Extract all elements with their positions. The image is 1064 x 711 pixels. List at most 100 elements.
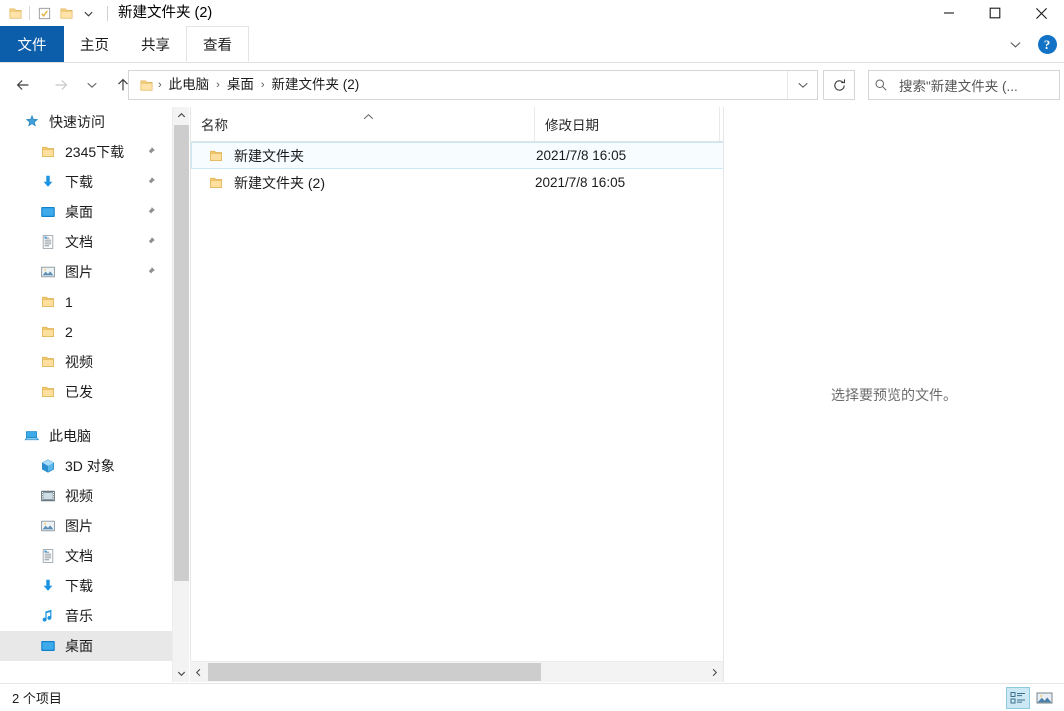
sidebar-item-label: 音乐 <box>65 608 93 624</box>
sidebar-item-pictures[interactable]: 图片 <box>0 257 172 287</box>
sidebar-item-documents-pc[interactable]: 文档 <box>0 541 172 571</box>
title-divider <box>107 5 108 21</box>
folder-icon[interactable] <box>4 2 26 24</box>
pin-icon[interactable] <box>145 234 156 250</box>
sidebar-group-quick-access[interactable]: 快速访问 <box>0 107 172 137</box>
large-icons-view-button[interactable] <box>1032 687 1056 709</box>
documents-icon <box>38 546 58 566</box>
pin-icon[interactable] <box>145 264 156 280</box>
column-header-row: 名称 修改日期 <box>191 107 734 142</box>
sidebar-scroll-thumb[interactable] <box>174 125 189 581</box>
scroll-right-arrow-icon[interactable] <box>706 662 723 682</box>
tab-view[interactable]: 查看 <box>186 26 249 62</box>
file-list-pane[interactable]: 名称 修改日期 新建文件夹 2021/7/8 16:05 新建文件夹 (2) 2… <box>190 107 734 682</box>
sidebar-item-2345-downloads[interactable]: 2345下载 <box>0 137 172 167</box>
quick-access-star-icon <box>22 112 42 132</box>
recent-locations-button[interactable] <box>80 70 104 100</box>
downloads-arrow-icon <box>38 576 58 596</box>
videos-icon <box>38 486 58 506</box>
tab-share[interactable]: 共享 <box>125 26 186 62</box>
column-header-label: 修改日期 <box>545 118 599 133</box>
documents-icon <box>38 232 58 252</box>
sidebar-item-desktop[interactable]: 桌面 <box>0 197 172 227</box>
sidebar-item-downloads[interactable]: 下载 <box>0 167 172 197</box>
sidebar-item-documents[interactable]: 文档 <box>0 227 172 257</box>
customize-quick-access-dropdown-icon[interactable] <box>77 2 99 24</box>
folder-icon <box>38 382 58 402</box>
table-row[interactable]: 新建文件夹 (2) 2021/7/8 16:05 <box>191 169 724 196</box>
scroll-down-arrow-icon[interactable] <box>173 665 190 682</box>
chevron-down-icon[interactable] <box>1002 31 1028 57</box>
sidebar-group-label: 快速访问 <box>49 114 105 130</box>
sidebar-item-label: 视频 <box>65 488 93 504</box>
back-button[interactable] <box>8 70 38 100</box>
sidebar-item-videos-qa[interactable]: 视频 <box>0 347 172 377</box>
sidebar-item-label: 3D 对象 <box>65 458 115 474</box>
search-input[interactable]: 搜索"新建文件夹 (... <box>868 70 1060 100</box>
pin-icon[interactable] <box>145 204 156 220</box>
refresh-button[interactable] <box>823 70 855 100</box>
sidebar-item-label: 2345下载 <box>65 144 125 160</box>
sidebar-item-label: 2 <box>65 324 73 340</box>
breadcrumb-desktop[interactable]: 桌面 <box>221 71 260 99</box>
view-mode-buttons <box>1006 687 1056 709</box>
help-button[interactable]: ? <box>1034 31 1060 57</box>
sidebar-item-folder-1[interactable]: 1 <box>0 287 172 317</box>
desktop-icon <box>38 636 58 656</box>
navigation-pane[interactable]: 快速访问 2345下载 下载 桌面 文档 图片 1 2 视频 已发 此电脑 3D… <box>0 107 172 682</box>
sidebar-group-label: 此电脑 <box>49 428 91 444</box>
3d-objects-icon <box>38 456 58 476</box>
sidebar-item-pictures-pc[interactable]: 图片 <box>0 511 172 541</box>
address-dropdown-icon[interactable] <box>787 71 817 99</box>
details-view-button[interactable] <box>1006 687 1030 709</box>
sidebar-item-label: 1 <box>65 294 73 310</box>
pin-icon[interactable] <box>145 174 156 190</box>
pictures-icon <box>38 262 58 282</box>
maximize-button[interactable] <box>972 0 1018 26</box>
new-folder-icon[interactable] <box>55 2 77 24</box>
sidebar-scrollbar[interactable] <box>172 107 189 682</box>
breadcrumb-current-folder[interactable]: 新建文件夹 (2) <box>266 71 366 99</box>
close-button[interactable] <box>1018 0 1064 26</box>
help-icon: ? <box>1037 34 1057 54</box>
sidebar-item-label: 图片 <box>65 518 93 534</box>
sidebar-item-desktop-pc[interactable]: 桌面 <box>0 631 172 661</box>
sidebar-item-label: 桌面 <box>65 638 93 654</box>
folder-icon <box>38 142 58 162</box>
sort-ascending-icon <box>363 112 374 124</box>
preview-pane: 选择要预览的文件。 <box>723 107 1064 682</box>
horizontal-scroll-thumb[interactable] <box>208 663 541 681</box>
tab-home[interactable]: 主页 <box>64 26 125 62</box>
minimize-button[interactable] <box>926 0 972 26</box>
file-name: 新建文件夹 (2) <box>234 174 325 191</box>
downloads-arrow-icon <box>38 172 58 192</box>
file-list-horizontal-scrollbar[interactable] <box>190 661 723 682</box>
sidebar-item-label: 桌面 <box>65 204 93 220</box>
forward-button[interactable] <box>46 70 76 100</box>
sidebar-item-videos[interactable]: 视频 <box>0 481 172 511</box>
scroll-left-arrow-icon[interactable] <box>190 662 207 682</box>
column-header-date-modified[interactable]: 修改日期 <box>535 107 720 141</box>
breadcrumb-this-pc[interactable]: 此电脑 <box>163 71 216 99</box>
sidebar-item-sent[interactable]: 已发 <box>0 377 172 407</box>
quick-access-toolbar <box>0 0 108 26</box>
column-header-label: 名称 <box>201 118 228 133</box>
pin-icon[interactable] <box>145 144 156 160</box>
search-icon <box>869 78 893 92</box>
qat-separator <box>29 6 30 20</box>
file-date-modified: 2021/7/8 16:05 <box>535 175 626 190</box>
sidebar-item-label: 下载 <box>65 578 93 594</box>
sidebar-item-label: 文档 <box>65 548 93 564</box>
table-row[interactable]: 新建文件夹 2021/7/8 16:05 <box>191 142 724 169</box>
sidebar-group-this-pc[interactable]: 此电脑 <box>0 421 172 451</box>
sidebar-item-3d-objects[interactable]: 3D 对象 <box>0 451 172 481</box>
sidebar-item-downloads-pc[interactable]: 下载 <box>0 571 172 601</box>
properties-checkbox-icon[interactable] <box>33 2 55 24</box>
sidebar-item-folder-2[interactable]: 2 <box>0 317 172 347</box>
sidebar-item-music[interactable]: 音乐 <box>0 601 172 631</box>
status-bar: 2 个项目 <box>0 683 1064 711</box>
address-field[interactable]: › 此电脑 › 桌面 › 新建文件夹 (2) <box>128 70 818 100</box>
column-header-name[interactable]: 名称 <box>191 107 535 141</box>
scroll-up-arrow-icon[interactable] <box>173 107 190 124</box>
tab-file[interactable]: 文件 <box>0 26 64 62</box>
